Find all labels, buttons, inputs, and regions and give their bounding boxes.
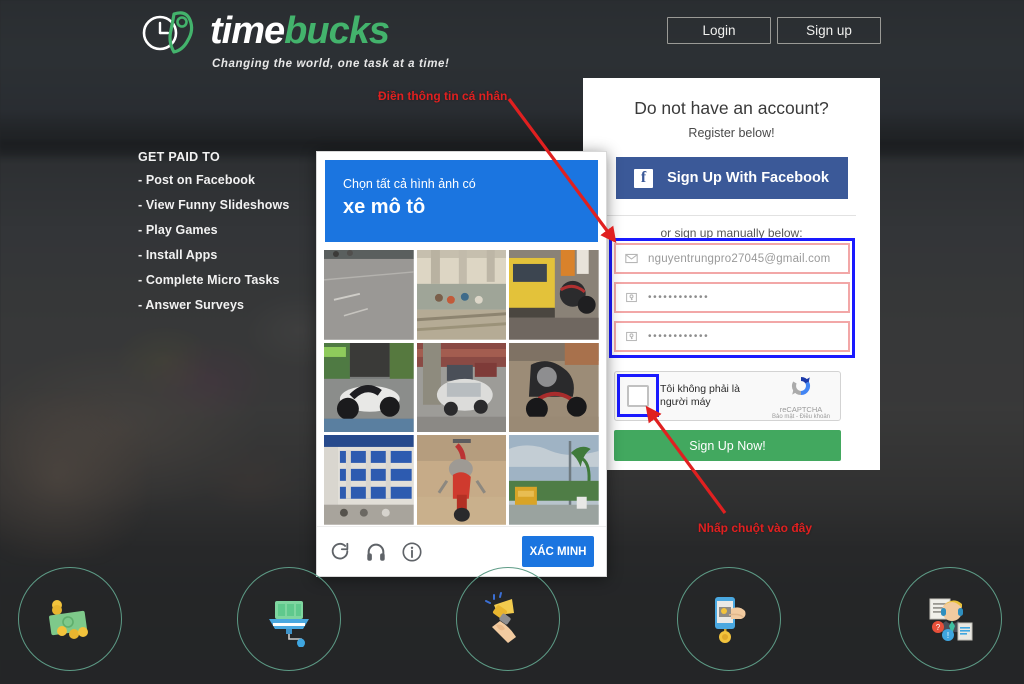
password-field[interactable]: ••••••••••••: [614, 282, 850, 313]
captcha-tile-4[interactable]: [324, 342, 414, 433]
captcha-tile-3[interactable]: [509, 250, 599, 340]
captcha-tile-5[interactable]: [416, 342, 507, 433]
captcha-target-object: xe mô tô: [343, 196, 426, 218]
captcha-tile-7[interactable]: [324, 435, 414, 525]
email-field[interactable]: nguyentrungpro27045@gmail.com: [614, 243, 850, 274]
facebook-signup-label: Sign Up With Facebook: [667, 170, 829, 186]
svg-text:?: ?: [936, 623, 941, 632]
login-button[interactable]: Login: [667, 17, 771, 44]
key-icon: [626, 331, 637, 342]
register-panel: Do not have an account? Register below! …: [583, 78, 880, 470]
recaptcha-branding: reCAPTCHA Bảo mật - Điều khoản: [770, 373, 832, 420]
captcha-tile-6[interactable]: [509, 342, 599, 433]
logo-wordmark: timebucks: [210, 10, 390, 52]
captcha-challenge-dialog: Chọn tất cả hình ảnh có xe mô tô XÁC MIN…: [316, 151, 607, 577]
facebook-icon: f: [634, 168, 654, 188]
feature-circle-computer[interactable]: [237, 567, 341, 671]
recaptcha-label: Tôi không phải là người máy: [660, 383, 740, 408]
captcha-tile-1[interactable]: [324, 250, 414, 340]
site-tagline: Changing the world, one task at a time!: [212, 58, 450, 70]
captcha-instruction: Chọn tất cả hình ảnh có: [343, 177, 476, 191]
captcha-tile-2[interactable]: [416, 250, 507, 340]
key-icon: [626, 292, 637, 303]
clock-money-logo-icon: [140, 6, 204, 56]
feature-circle-mobile[interactable]: [677, 567, 781, 671]
feature-circle-promote[interactable]: [456, 567, 560, 671]
signup-button[interactable]: Sign up: [777, 17, 881, 44]
confirm-password-field[interactable]: ••••••••••••: [614, 321, 850, 352]
recaptcha-checkbox[interactable]: [627, 385, 649, 407]
megaphone-icon: [485, 592, 516, 643]
computer-monitor-icon: [269, 601, 309, 647]
feature-circle-money[interactable]: [18, 567, 122, 671]
logo-word-bucks: bucks: [284, 10, 390, 52]
recaptcha-brand-links[interactable]: Bảo mật - Điều khoản: [770, 414, 832, 420]
divider: [607, 215, 856, 216]
confirm-password-field-value: ••••••••••••: [648, 331, 710, 342]
survey-agent-icon: ? !: [929, 598, 973, 641]
register-subheading: Register below!: [688, 126, 775, 140]
cash-money-icon: [49, 600, 88, 639]
svg-text:!: !: [947, 631, 949, 640]
captcha-header: Chọn tất cả hình ảnh có xe mô tô: [325, 160, 598, 242]
password-field-value: ••••••••••••: [648, 292, 710, 303]
captcha-tile-8[interactable]: [416, 435, 507, 525]
envelope-icon: [625, 253, 638, 264]
recaptcha-brand-name: reCAPTCHA: [779, 404, 823, 414]
recaptcha-widget[interactable]: Tôi không phải là người máy reCAPTCHA Bả…: [614, 371, 841, 421]
logo-word-time: time: [210, 10, 285, 52]
captcha-tile-9[interactable]: [509, 435, 599, 525]
email-field-value: nguyentrungpro27045@gmail.com: [648, 252, 831, 265]
site-logo[interactable]: timebucks Changing the world, one task a…: [140, 6, 500, 70]
feature-circle-surveys[interactable]: ? !: [898, 567, 1002, 671]
facebook-signup-button[interactable]: f Sign Up With Facebook: [615, 157, 848, 199]
site-header: timebucks Changing the world, one task a…: [0, 0, 1024, 70]
register-heading: Do not have an account?: [634, 98, 829, 118]
recaptcha-logo-icon: [791, 376, 811, 395]
mobile-tap-icon: [715, 597, 746, 643]
signup-now-button[interactable]: Sign Up Now!: [614, 430, 841, 461]
feature-circles: ? !: [0, 554, 1024, 684]
signup-form-fields: nguyentrungpro27045@gmail.com ••••••••••…: [614, 243, 850, 360]
captcha-image-grid[interactable]: [324, 250, 599, 525]
